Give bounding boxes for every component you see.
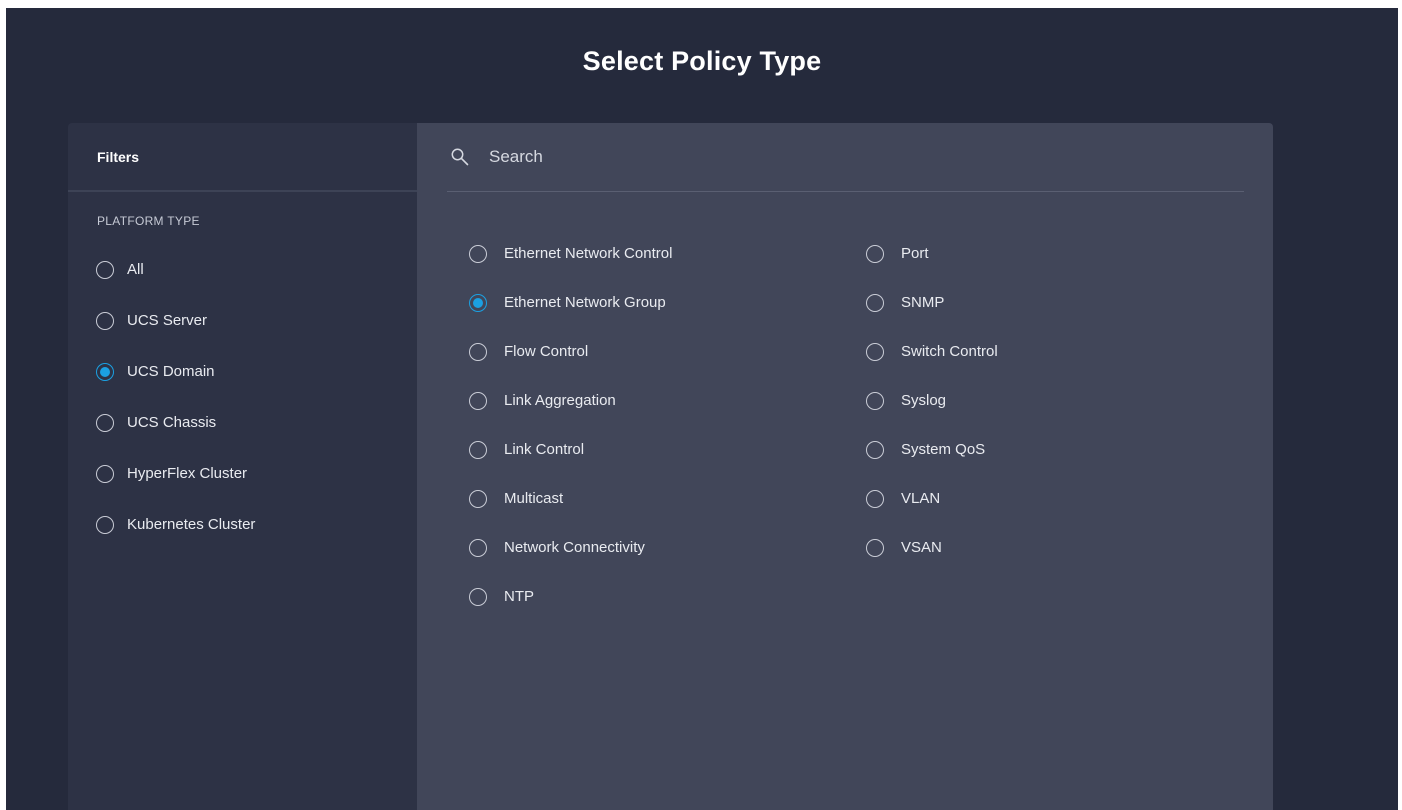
policy-type-option[interactable]: Port [866, 229, 998, 278]
radio-unchecked-icon[interactable] [866, 538, 884, 557]
policy-column-right: Port SNMP Switch Control Syslog System QoS VL… [866, 229, 998, 572]
radio-unchecked-icon[interactable] [96, 311, 114, 330]
platform-type-label: PLATFORM TYPE [97, 214, 200, 228]
policy-type-option-label: VSAN [901, 539, 942, 556]
radio-unchecked-icon[interactable] [469, 440, 487, 459]
policy-type-option[interactable]: SNMP [866, 278, 998, 327]
platform-type-option-label: UCS Domain [127, 363, 215, 380]
radio-unchecked-icon[interactable] [96, 464, 114, 483]
policy-type-option[interactable]: System QoS [866, 425, 998, 474]
radio-unchecked-icon[interactable] [469, 244, 487, 263]
policy-column-left: Ethernet Network Control Ethernet Network… [469, 229, 672, 621]
policy-type-option-label: Multicast [504, 490, 564, 507]
radio-unchecked-icon[interactable] [469, 489, 487, 508]
policy-type-option[interactable]: Network Connectivity [469, 523, 672, 572]
platform-type-option[interactable]: UCS Server [96, 295, 417, 346]
platform-type-option-label: All [127, 261, 144, 278]
radio-unchecked-icon[interactable] [96, 260, 114, 279]
radio-unchecked-icon[interactable] [866, 440, 884, 459]
platform-type-option[interactable]: UCS Chassis [96, 397, 417, 448]
radio-unchecked-icon[interactable] [866, 293, 884, 312]
policy-type-option[interactable]: Link Aggregation [469, 376, 672, 425]
policy-type-option-label: Link Control [504, 441, 585, 458]
policy-list-panel: Ethernet Network Control Ethernet Network… [417, 123, 1273, 810]
policy-type-option-label: Syslog [901, 392, 947, 409]
policy-type-option[interactable]: Link Control [469, 425, 672, 474]
platform-type-option[interactable]: All [96, 244, 417, 295]
radio-unchecked-icon[interactable] [469, 587, 487, 606]
modal-backdrop: Select Policy Type Filters PLATFORM TYPE… [6, 8, 1398, 810]
policy-type-option-label: Network Connectivity [504, 539, 645, 556]
radio-unchecked-icon[interactable] [96, 413, 114, 432]
policy-type-option-label: NTP [504, 588, 534, 605]
radio-unchecked-icon[interactable] [866, 391, 884, 410]
filters-header: Filters [68, 123, 417, 192]
platform-type-option-label: UCS Server [127, 312, 208, 329]
policy-type-option[interactable]: Ethernet Network Control [469, 229, 672, 278]
policy-type-option[interactable]: VLAN [866, 474, 998, 523]
radio-checked-icon[interactable] [96, 362, 114, 381]
policy-type-option-label: Flow Control [504, 343, 589, 360]
page-title: Select Policy Type [582, 46, 822, 76]
platform-type-list: All UCS Server UCS Domain UCS Chassis HyperF… [96, 244, 417, 550]
policy-type-option-label: Port [901, 245, 929, 262]
platform-type-option-label: UCS Chassis [127, 414, 217, 431]
radio-unchecked-icon[interactable] [96, 515, 114, 534]
policy-type-option[interactable]: Flow Control [469, 327, 672, 376]
radio-checked-icon[interactable] [469, 293, 487, 312]
filters-panel: Filters PLATFORM TYPE All UCS Server UCS D… [68, 123, 417, 810]
radio-unchecked-icon[interactable] [866, 489, 884, 508]
policy-type-option[interactable]: Ethernet Network Group [469, 278, 672, 327]
policy-type-option-label: Switch Control [901, 343, 998, 360]
policy-type-selector: Filters PLATFORM TYPE All UCS Server UCS D… [68, 123, 1273, 810]
policy-type-option-label: Ethernet Network Control [504, 245, 673, 262]
policy-type-option-label: Ethernet Network Group [504, 294, 666, 311]
radio-unchecked-icon[interactable] [866, 244, 884, 263]
policy-type-option[interactable]: NTP [469, 572, 672, 621]
platform-type-option[interactable]: Kubernetes Cluster [96, 499, 417, 550]
search-icon [451, 148, 469, 166]
policy-type-option[interactable]: VSAN [866, 523, 998, 572]
search-bar[interactable] [447, 123, 1244, 192]
search-input[interactable] [489, 147, 1089, 167]
policy-type-option[interactable]: Multicast [469, 474, 672, 523]
policy-type-option[interactable]: Switch Control [866, 327, 998, 376]
policy-type-option[interactable]: Syslog [866, 376, 998, 425]
policy-type-option-label: Link Aggregation [504, 392, 616, 409]
radio-unchecked-icon[interactable] [469, 538, 487, 557]
platform-type-option[interactable]: UCS Domain [96, 346, 417, 397]
policy-type-option-label: VLAN [901, 490, 941, 507]
policy-type-option-label: SNMP [901, 294, 945, 311]
platform-type-option-label: Kubernetes Cluster [127, 516, 256, 533]
radio-unchecked-icon[interactable] [469, 391, 487, 410]
policy-type-option-label: System QoS [901, 441, 986, 458]
radio-unchecked-icon[interactable] [469, 342, 487, 361]
platform-type-option-label: HyperFlex Cluster [127, 465, 248, 482]
platform-type-option[interactable]: HyperFlex Cluster [96, 448, 417, 499]
radio-unchecked-icon[interactable] [866, 342, 884, 361]
